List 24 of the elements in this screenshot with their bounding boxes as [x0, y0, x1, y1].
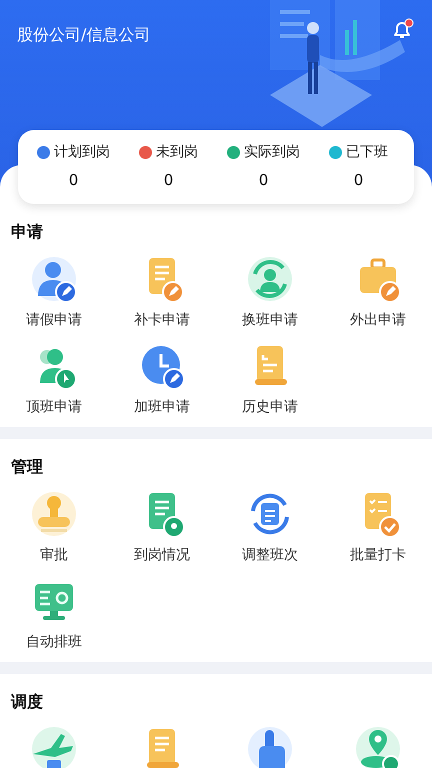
shortcut-button[interactable]: 调整班次: [230, 488, 310, 566]
section-title: 管理: [10, 456, 43, 478]
shortcut-button[interactable]: 批量打卡: [338, 488, 418, 566]
stat-label: 已下班: [346, 143, 388, 162]
shortcut-button[interactable]: 加班申请: [122, 340, 202, 418]
shortcut-button[interactable]: 外出申请: [338, 254, 418, 330]
stat-value: 0: [354, 170, 364, 191]
stat-label: 未到岗: [156, 143, 198, 162]
shortcut-button[interactable]: 请假申请: [14, 254, 94, 330]
shortcut-button[interactable]: 历史申请: [230, 340, 310, 418]
shortcut-button[interactable]: 换班申请: [230, 254, 310, 330]
page-title: 股份公司/信息公司: [16, 24, 150, 46]
shortcut-button[interactable]: 补卡申请: [122, 254, 202, 330]
stat-value: 0: [68, 170, 78, 191]
stat-value: 0: [164, 170, 174, 191]
stat-value: 0: [258, 170, 268, 191]
shortcut-button[interactable]: 审批: [14, 488, 94, 566]
section-title: 申请: [10, 220, 43, 242]
stat-label: 计划到岗: [54, 143, 110, 162]
shortcut-button[interactable]: 到岗情况: [122, 488, 202, 566]
stat-label: 实际到岗: [244, 143, 300, 162]
section-title: 调度: [10, 690, 43, 712]
shortcut-button[interactable]: 顶班申请: [14, 340, 94, 418]
shortcut-button[interactable]: 自动排班: [14, 576, 94, 652]
